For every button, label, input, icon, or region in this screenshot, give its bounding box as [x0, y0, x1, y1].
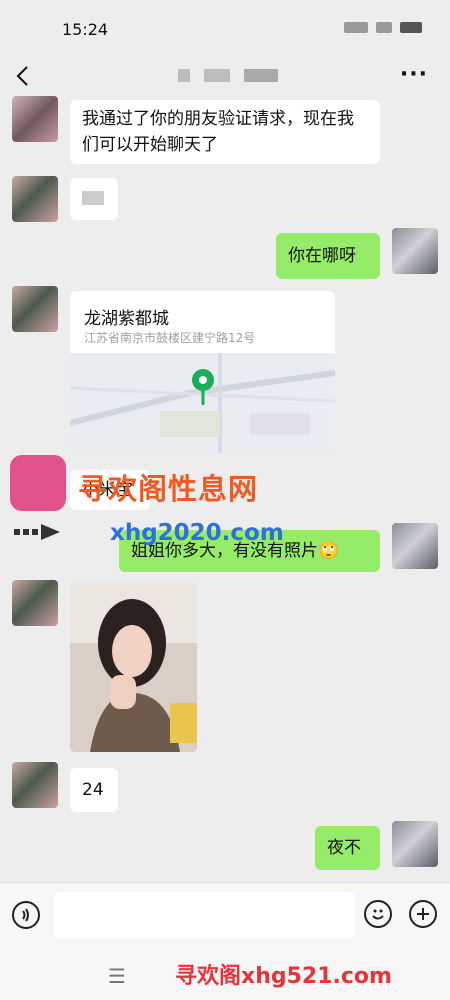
menu-icon[interactable]: ☰ — [108, 964, 126, 988]
message-input[interactable] — [54, 892, 355, 938]
message-bubble-incoming[interactable]: 24 — [70, 768, 118, 812]
wifi-icon — [376, 22, 392, 33]
location-card[interactable]: 龙湖紫都城 江苏省南京市鼓楼区建宁路12号 — [70, 291, 335, 453]
watermark-text: 寻欢阁性息网 — [78, 472, 259, 506]
location-map — [70, 353, 335, 453]
battery-icon — [400, 22, 422, 33]
status-time: 15:24 — [62, 20, 109, 39]
plus-icon — [417, 908, 429, 920]
signal-icon — [344, 22, 368, 33]
avatar[interactable] — [12, 96, 58, 142]
nav-bar: ··· — [0, 58, 450, 96]
message-bubble-incoming-blurred[interactable] — [70, 178, 118, 220]
avatar[interactable] — [12, 580, 58, 626]
location-address: 江苏省南京市鼓楼区建宁路12号 — [84, 331, 256, 345]
smiley-icon — [372, 909, 384, 920]
photo-message[interactable] — [70, 583, 197, 752]
watermark-url: xhg2020.com — [110, 520, 284, 546]
avatar[interactable] — [392, 228, 438, 274]
more-button[interactable]: ··· — [400, 62, 428, 87]
status-bar: 15:24 — [0, 0, 450, 58]
watermark-logo — [10, 455, 66, 511]
emoji-button[interactable] — [364, 900, 392, 928]
location-name: 龙湖紫都城 — [84, 309, 169, 329]
chevron-left-icon[interactable] — [12, 64, 36, 88]
voice-input-button[interactable] — [12, 901, 40, 929]
voice-icon — [22, 908, 29, 922]
arrow-right-icon — [14, 524, 60, 540]
avatar[interactable] — [12, 762, 58, 808]
status-icons — [344, 22, 422, 33]
more-actions-button[interactable] — [409, 900, 437, 928]
avatar[interactable] — [12, 176, 58, 222]
message-bubble-outgoing[interactable]: 夜不 — [315, 826, 380, 870]
bottom-area: ☰ 寻欢阁xhg521.com — [0, 946, 450, 1000]
avatar[interactable] — [392, 523, 438, 569]
watermark-bottom: 寻欢阁xhg521.com — [175, 964, 392, 989]
chat-title-blurred — [178, 69, 278, 82]
avatar[interactable] — [392, 821, 438, 867]
input-bar — [0, 882, 450, 947]
message-bubble-incoming[interactable]: 我通过了你的朋友验证请求，现在我们可以开始聊天了 — [70, 100, 380, 164]
message-bubble-outgoing[interactable]: 你在哪呀 — [276, 233, 380, 279]
avatar[interactable] — [12, 286, 58, 332]
